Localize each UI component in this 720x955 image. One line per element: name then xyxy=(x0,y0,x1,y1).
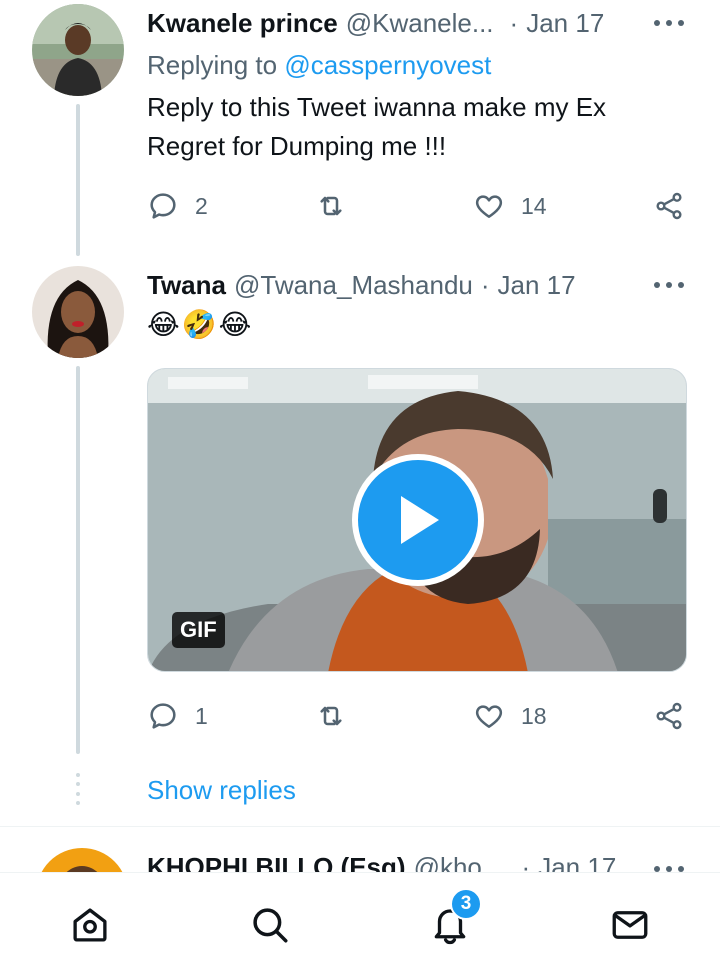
reply-count: 1 xyxy=(195,702,208,729)
avatar-photo-icon xyxy=(32,4,124,96)
nav-home[interactable] xyxy=(68,903,112,947)
replying-prefix: Replying to xyxy=(147,50,278,80)
like-count: 14 xyxy=(521,192,547,219)
reply-button[interactable]: 1 xyxy=(147,698,208,734)
bottom-navigation xyxy=(0,872,720,955)
gif-badge: GIF xyxy=(172,612,225,648)
home-icon xyxy=(73,908,107,942)
gif-media[interactable]: GIF xyxy=(147,368,687,672)
messages-icon xyxy=(612,911,648,939)
thread-line xyxy=(76,366,80,754)
share-icon xyxy=(656,192,682,220)
tweet-text: Reply to this Tweet iwanna make my Ex Re… xyxy=(147,92,607,161)
heart-icon xyxy=(475,705,503,728)
tweet-actions: 1 18 xyxy=(147,698,692,734)
thread-continuation-dots xyxy=(76,773,80,805)
nav-search[interactable] xyxy=(248,903,292,947)
notifications-badge: 3 xyxy=(450,888,482,920)
tweet-date[interactable]: Jan 17 xyxy=(498,270,576,301)
retweet-icon xyxy=(320,196,342,216)
avatar[interactable] xyxy=(32,4,124,96)
reply-button[interactable]: 2 xyxy=(147,188,208,224)
reply-icon xyxy=(150,193,176,219)
divider xyxy=(0,826,720,827)
show-replies-link[interactable]: Show replies xyxy=(147,775,296,806)
retweet-button[interactable] xyxy=(315,188,347,224)
tweet-twana[interactable]: Twana @Twana_Mashandu · Jan 17 😂🤣😂 GIF 1… xyxy=(0,262,720,762)
like-button[interactable]: 14 xyxy=(473,188,547,224)
thread-line xyxy=(76,104,80,256)
reply-count: 2 xyxy=(195,192,208,219)
separator-dot: · xyxy=(480,270,490,300)
avatar-photo-icon xyxy=(32,266,124,358)
display-name[interactable]: Twana xyxy=(147,270,226,301)
like-count: 18 xyxy=(521,702,547,729)
display-name[interactable]: Kwanele prince xyxy=(147,8,338,39)
reply-icon xyxy=(150,703,176,729)
retweet-button[interactable] xyxy=(315,698,347,734)
tweet-header: Twana @Twana_Mashandu · Jan 17 xyxy=(147,270,576,301)
nav-messages[interactable] xyxy=(608,903,652,947)
tweet-actions: 2 14 xyxy=(147,188,692,224)
tweet-date[interactable]: Jan 17 xyxy=(526,8,604,39)
play-button[interactable] xyxy=(352,454,484,586)
heart-icon xyxy=(475,195,503,218)
user-handle[interactable]: @Twana_Mashandu xyxy=(234,270,473,301)
more-options-icon[interactable] xyxy=(654,18,684,28)
more-options-icon[interactable] xyxy=(654,280,684,290)
share-icon xyxy=(656,702,682,730)
tweet-header: Kwanele prince @Kwanele... · Jan 17 xyxy=(147,8,604,39)
share-button[interactable] xyxy=(653,698,685,734)
play-icon xyxy=(401,496,439,544)
user-handle[interactable]: @Kwanele... xyxy=(346,8,494,39)
separator-dot: · xyxy=(509,8,519,38)
avatar[interactable] xyxy=(32,266,124,358)
share-button[interactable] xyxy=(653,188,685,224)
tweet-kwanele[interactable]: Kwanele prince @Kwanele... · Jan 17 Repl… xyxy=(0,0,720,270)
mention-link[interactable]: @casspernyovest xyxy=(284,50,491,80)
replying-to: Replying to @casspernyovest xyxy=(147,50,491,81)
search-icon xyxy=(253,908,288,943)
retweet-icon xyxy=(320,706,342,726)
like-button[interactable]: 18 xyxy=(473,698,547,734)
tweet-text: 😂🤣😂 xyxy=(147,309,254,340)
